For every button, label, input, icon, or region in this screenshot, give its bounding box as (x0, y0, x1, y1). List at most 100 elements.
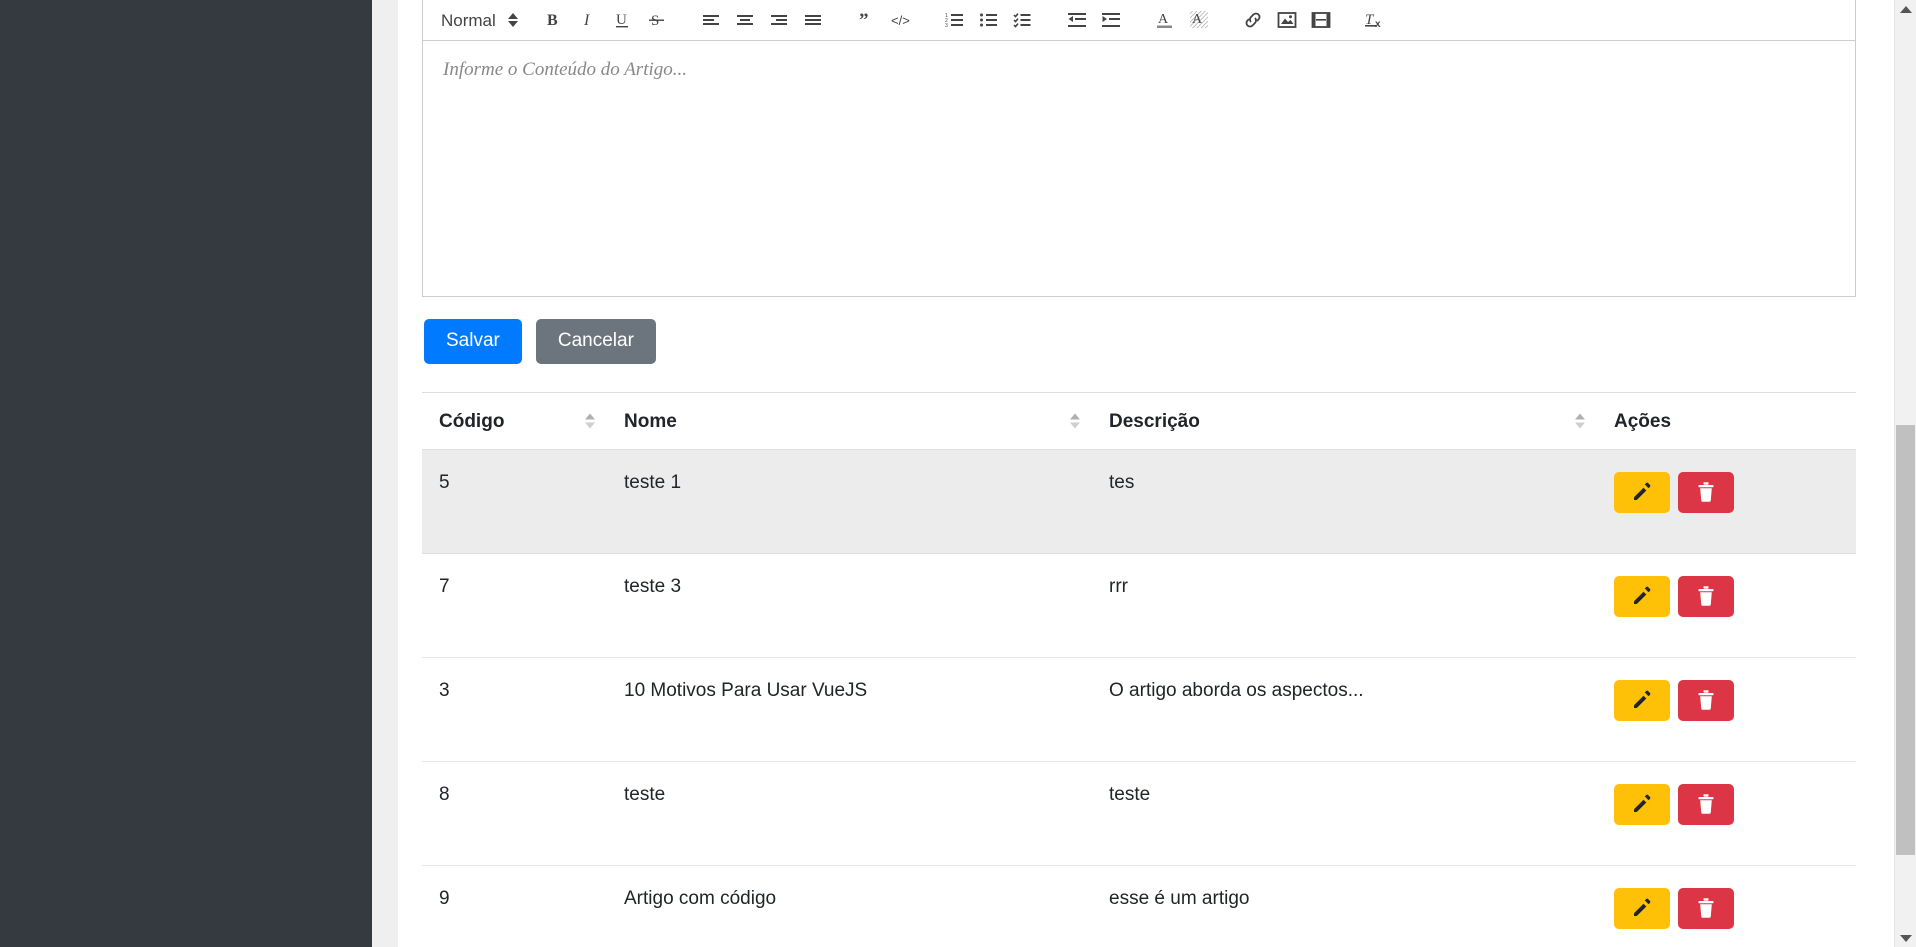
blockquote-icon[interactable]: ” (850, 5, 884, 35)
cell-descricao: teste (1092, 761, 1597, 866)
table-head: Código Nome Descrição Ações (422, 392, 1856, 450)
edit-icon (1631, 793, 1653, 815)
list-check-icon[interactable] (1006, 5, 1040, 35)
cell-acoes (1597, 657, 1856, 762)
list-bullet-icon[interactable] (972, 5, 1006, 35)
link-icon[interactable] (1236, 5, 1270, 35)
svg-text:A: A (1158, 12, 1169, 27)
table-row[interactable]: 9 Artigo com código esse é um artigo (422, 865, 1856, 947)
align-left-icon[interactable] (694, 5, 728, 35)
articles-table: Código Nome Descrição Ações 5 teste 1 te… (422, 392, 1856, 947)
cell-descricao: esse é um artigo (1092, 865, 1597, 947)
delete-icon (1696, 897, 1716, 919)
bold-button[interactable]: B (538, 5, 572, 35)
row-action-group (1614, 471, 1856, 513)
save-button[interactable]: Salvar (424, 319, 522, 364)
delete-row-button[interactable] (1678, 575, 1734, 617)
svg-text:B: B (547, 12, 558, 29)
toolbar-group-lists: 1 2 3 (938, 5, 1040, 35)
video-icon[interactable] (1304, 5, 1338, 35)
cell-acoes (1597, 761, 1856, 866)
chevron-updown-icon (507, 13, 518, 27)
editor-container: Normal B I U S ” </> 1 2 3 A A T x Infor… (398, 0, 1916, 947)
sidebar (0, 0, 372, 947)
cell-nome: teste (607, 761, 1092, 866)
column-header-descricao[interactable]: Descrição (1092, 392, 1597, 450)
delete-row-button[interactable] (1678, 471, 1734, 513)
delete-icon (1696, 481, 1716, 503)
delete-row-button[interactable] (1678, 887, 1734, 929)
column-header-codigo[interactable]: Código (422, 392, 607, 450)
table-row[interactable]: 8 teste teste (422, 761, 1856, 866)
toolbar-group-clean: T x (1358, 5, 1392, 35)
format-picker[interactable]: Normal (435, 5, 522, 35)
edit-icon (1631, 689, 1653, 711)
toolbar-group-align (694, 5, 830, 35)
table-header-row: Código Nome Descrição Ações (422, 392, 1856, 450)
sort-icon-nome[interactable] (1070, 413, 1080, 429)
edit-row-button[interactable] (1614, 783, 1670, 825)
toolbar-group-block: ” </> (850, 5, 918, 35)
edit-row-button[interactable] (1614, 575, 1670, 617)
row-action-group (1614, 887, 1856, 929)
row-action-group (1614, 575, 1856, 617)
scroll-up-icon[interactable] (1895, 0, 1916, 18)
editor-text-area[interactable]: Informe o Conteúdo do Artigo... (422, 41, 1856, 297)
cell-codigo: 7 (422, 553, 607, 658)
svg-text:</>: </> (891, 13, 910, 28)
editor-toolbar: Normal B I U S ” </> 1 2 3 A A T x (422, 0, 1856, 41)
toolbar-group-inline: B I U S (538, 5, 674, 35)
align-center-icon[interactable] (728, 5, 762, 35)
column-header-descricao-label: Descrição (1109, 410, 1200, 432)
cancel-button[interactable]: Cancelar (535, 319, 656, 364)
edit-row-button[interactable] (1614, 887, 1670, 929)
table-row[interactable]: 5 teste 1 tes (422, 449, 1856, 554)
column-header-codigo-label: Código (439, 410, 505, 432)
svg-text:”: ” (859, 11, 869, 29)
strikethrough-button[interactable]: S (640, 5, 674, 35)
delete-row-button[interactable] (1678, 783, 1734, 825)
scrollbar-thumb[interactable] (1896, 425, 1915, 855)
text-color-icon[interactable]: A (1148, 5, 1182, 35)
indent-decrease-icon[interactable] (1060, 5, 1094, 35)
italic-button[interactable]: I (572, 5, 606, 35)
page-scrollbar[interactable] (1894, 0, 1916, 947)
edit-row-button[interactable] (1614, 471, 1670, 513)
content-right-margin (1856, 0, 1894, 947)
indent-increase-icon[interactable] (1094, 5, 1128, 35)
row-action-group (1614, 679, 1856, 721)
cell-codigo: 8 (422, 761, 607, 866)
sort-icon-codigo[interactable] (585, 413, 595, 429)
cell-acoes (1597, 449, 1856, 554)
image-icon[interactable] (1270, 5, 1304, 35)
toolbar-group-color: A A (1148, 5, 1216, 35)
svg-text:3: 3 (945, 23, 948, 28)
table-row[interactable]: 7 teste 3 rrr (422, 553, 1856, 658)
cell-acoes (1597, 865, 1856, 947)
column-header-nome[interactable]: Nome (607, 392, 1092, 450)
form-actions: Salvar Cancelar (422, 319, 1856, 364)
table-row[interactable]: 3 10 Motivos Para Usar VueJS O artigo abor… (422, 657, 1856, 762)
delete-row-button[interactable] (1678, 679, 1734, 721)
column-header-nome-label: Nome (624, 410, 677, 432)
articles-table-wrapper: Código Nome Descrição Ações 5 teste 1 te… (422, 391, 1856, 947)
cell-nome: teste 3 (607, 553, 1092, 658)
edit-icon (1631, 585, 1653, 607)
delete-icon (1696, 793, 1716, 815)
format-picker-label: Normal (441, 10, 496, 30)
cell-nome: 10 Motivos Para Usar VueJS (607, 657, 1092, 762)
background-color-icon[interactable]: A (1182, 5, 1216, 35)
align-justify-icon[interactable] (796, 5, 830, 35)
edit-row-button[interactable] (1614, 679, 1670, 721)
underline-button[interactable]: U (606, 5, 640, 35)
scroll-down-icon[interactable] (1895, 929, 1916, 947)
sort-icon-descricao[interactable] (1575, 413, 1585, 429)
align-right-icon[interactable] (762, 5, 796, 35)
editor-placeholder: Informe o Conteúdo do Artigo... (443, 59, 688, 80)
cell-descricao: O artigo aborda os aspectos... (1092, 657, 1597, 762)
cell-descricao: tes (1092, 449, 1597, 554)
list-ordered-icon[interactable]: 1 2 3 (938, 5, 972, 35)
clear-formatting-icon[interactable]: T x (1358, 5, 1392, 35)
code-block-icon[interactable]: </> (884, 5, 918, 35)
column-header-acoes: Ações (1597, 392, 1856, 450)
